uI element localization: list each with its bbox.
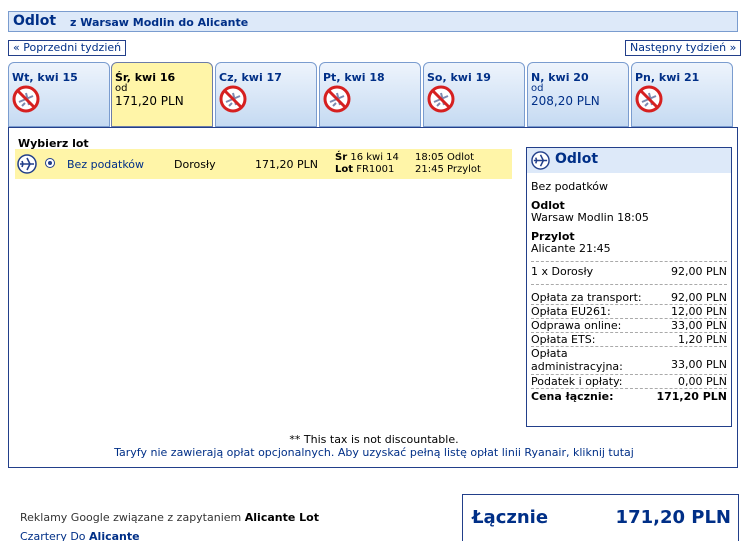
fees-info-link[interactable]: Taryfy nie zawierają opłat opcjonalnych.… — [9, 446, 739, 459]
flight-number: FR1001 — [356, 164, 395, 175]
day-label: Pt, kwi 18 — [323, 71, 385, 84]
no-flight-icon — [427, 85, 455, 113]
day-tab-thu-17[interactable]: Cz, kwi 17 — [215, 62, 317, 127]
no-flight-icon — [635, 85, 663, 113]
flight-label: Lot — [335, 164, 354, 175]
day-tab-fri-18[interactable]: Pt, kwi 18 — [319, 62, 421, 127]
summary-header: Odlot — [527, 148, 731, 173]
ads-query: Alicante Lot — [244, 511, 319, 524]
day-tab-mon-21[interactable]: Pn, kwi 21 — [631, 62, 733, 127]
day-tab-tue-15[interactable]: Wt, kwi 15 — [8, 62, 110, 127]
divider — [531, 261, 727, 262]
ad-link-prefix[interactable]: Czartery Do — [20, 530, 86, 541]
day-label: So, kwi 19 — [427, 71, 491, 84]
fare-summary-box: Odlot Bez podatków Odlot Warsaw Modlin 1… — [526, 147, 732, 427]
flight-day: Śr — [335, 152, 348, 163]
next-week-button[interactable]: Następny tydzień » — [625, 40, 742, 56]
fee-label: Opłata ETS: — [531, 333, 596, 346]
from-label: od — [115, 83, 128, 94]
fee-label: Opłata EU261: — [531, 305, 611, 318]
day-price: 171,20 PLN — [115, 94, 184, 108]
passenger-type: Dorosły — [174, 158, 216, 171]
summary-fare: Bez podatków — [531, 180, 609, 193]
flight-times: 18:05 Odlot 21:45 Przylot — [415, 152, 481, 176]
tax-footnote: ** This tax is not discountable. — [289, 433, 459, 446]
divider — [531, 284, 727, 285]
ad-link[interactable]: Czartery Do Alicante — [20, 530, 140, 541]
day-label: Pn, kwi 21 — [635, 71, 700, 84]
depart-value: Warsaw Modlin 18:05 — [531, 211, 649, 224]
route-title: z Warsaw Modlin do Alicante — [70, 16, 249, 29]
no-flight-icon — [12, 85, 40, 113]
fee-value: 1,20 PLN — [678, 333, 727, 346]
pax-line: 1 x Dorosły — [531, 265, 594, 278]
day-tab-wed-16[interactable]: Śr, kwi 16 od 171,20 PLN — [111, 62, 213, 127]
total-value: 171,20 PLN — [656, 390, 727, 403]
fee-label: Opłata administracyjna: — [531, 347, 623, 373]
flight-row[interactable]: Bez podatków Dorosły 171,20 PLN Śr 16 kw… — [15, 149, 512, 179]
direction-title: Odlot — [13, 13, 57, 29]
plane-icon — [531, 151, 550, 170]
fee-value: 33,00 PLN — [671, 358, 727, 371]
fee-value: 92,00 PLN — [671, 291, 727, 304]
fee-value: 33,00 PLN — [671, 319, 727, 332]
no-flight-icon — [323, 85, 351, 113]
fee-label: Odprawa online: — [531, 319, 622, 332]
day-price: 208,20 PLN — [531, 94, 600, 108]
grand-total-value: 171,20 PLN — [615, 507, 731, 528]
fee-label: Podatek i opłaty: — [531, 375, 623, 388]
day-label: Wt, kwi 15 — [12, 71, 78, 84]
fare-type[interactable]: Bez podatków — [67, 158, 144, 171]
summary-title: Odlot — [555, 151, 599, 167]
pax-price: 92,00 PLN — [671, 265, 727, 278]
from-label: od — [531, 83, 544, 94]
ad-link-destination[interactable]: Alicante — [89, 530, 140, 541]
grand-total-box: Łącznie 171,20 PLN — [462, 494, 739, 541]
day-label: Cz, kwi 17 — [219, 71, 282, 84]
ads-heading: Reklamy Google związane z zapytaniem Ali… — [20, 511, 319, 524]
flight-price: 171,20 PLN — [255, 158, 318, 171]
fee-value: 12,00 PLN — [671, 305, 727, 318]
flights-panel: Wybierz lot Bez podatków Dorosły 171,20 … — [8, 127, 738, 468]
previous-week-button[interactable]: « Poprzedni tydzień — [8, 40, 127, 56]
day-tab-sat-19[interactable]: So, kwi 19 — [423, 62, 525, 127]
ads-prefix: Reklamy Google związane z zapytaniem — [20, 511, 242, 524]
plane-icon — [17, 154, 37, 174]
no-flight-icon — [219, 85, 247, 113]
arrive-value: Alicante 21:45 — [531, 242, 611, 255]
flight-date-number: Śr 16 kwi 14 Lot FR1001 — [335, 152, 399, 176]
grand-total-label: Łącznie — [472, 507, 549, 528]
fare-radio[interactable] — [45, 158, 55, 168]
day-tabs: Wt, kwi 15 Śr, kwi 16 od 171,20 PLN Cz, … — [8, 62, 738, 127]
flight-date: 16 kwi 14 — [350, 152, 399, 163]
day-tab-sun-20[interactable]: N, kwi 20 od 208,20 PLN — [527, 62, 629, 127]
route-header: Odlot z Warsaw Modlin do Alicante — [8, 11, 738, 32]
fee-value: 0,00 PLN — [678, 375, 727, 388]
fee-label: Opłata za transport: — [531, 291, 642, 304]
arrive-time: 21:45 Przylot — [415, 164, 481, 175]
depart-time: 18:05 Odlot — [415, 152, 475, 163]
total-label: Cena łącznie: — [531, 390, 614, 403]
divider — [531, 388, 727, 389]
